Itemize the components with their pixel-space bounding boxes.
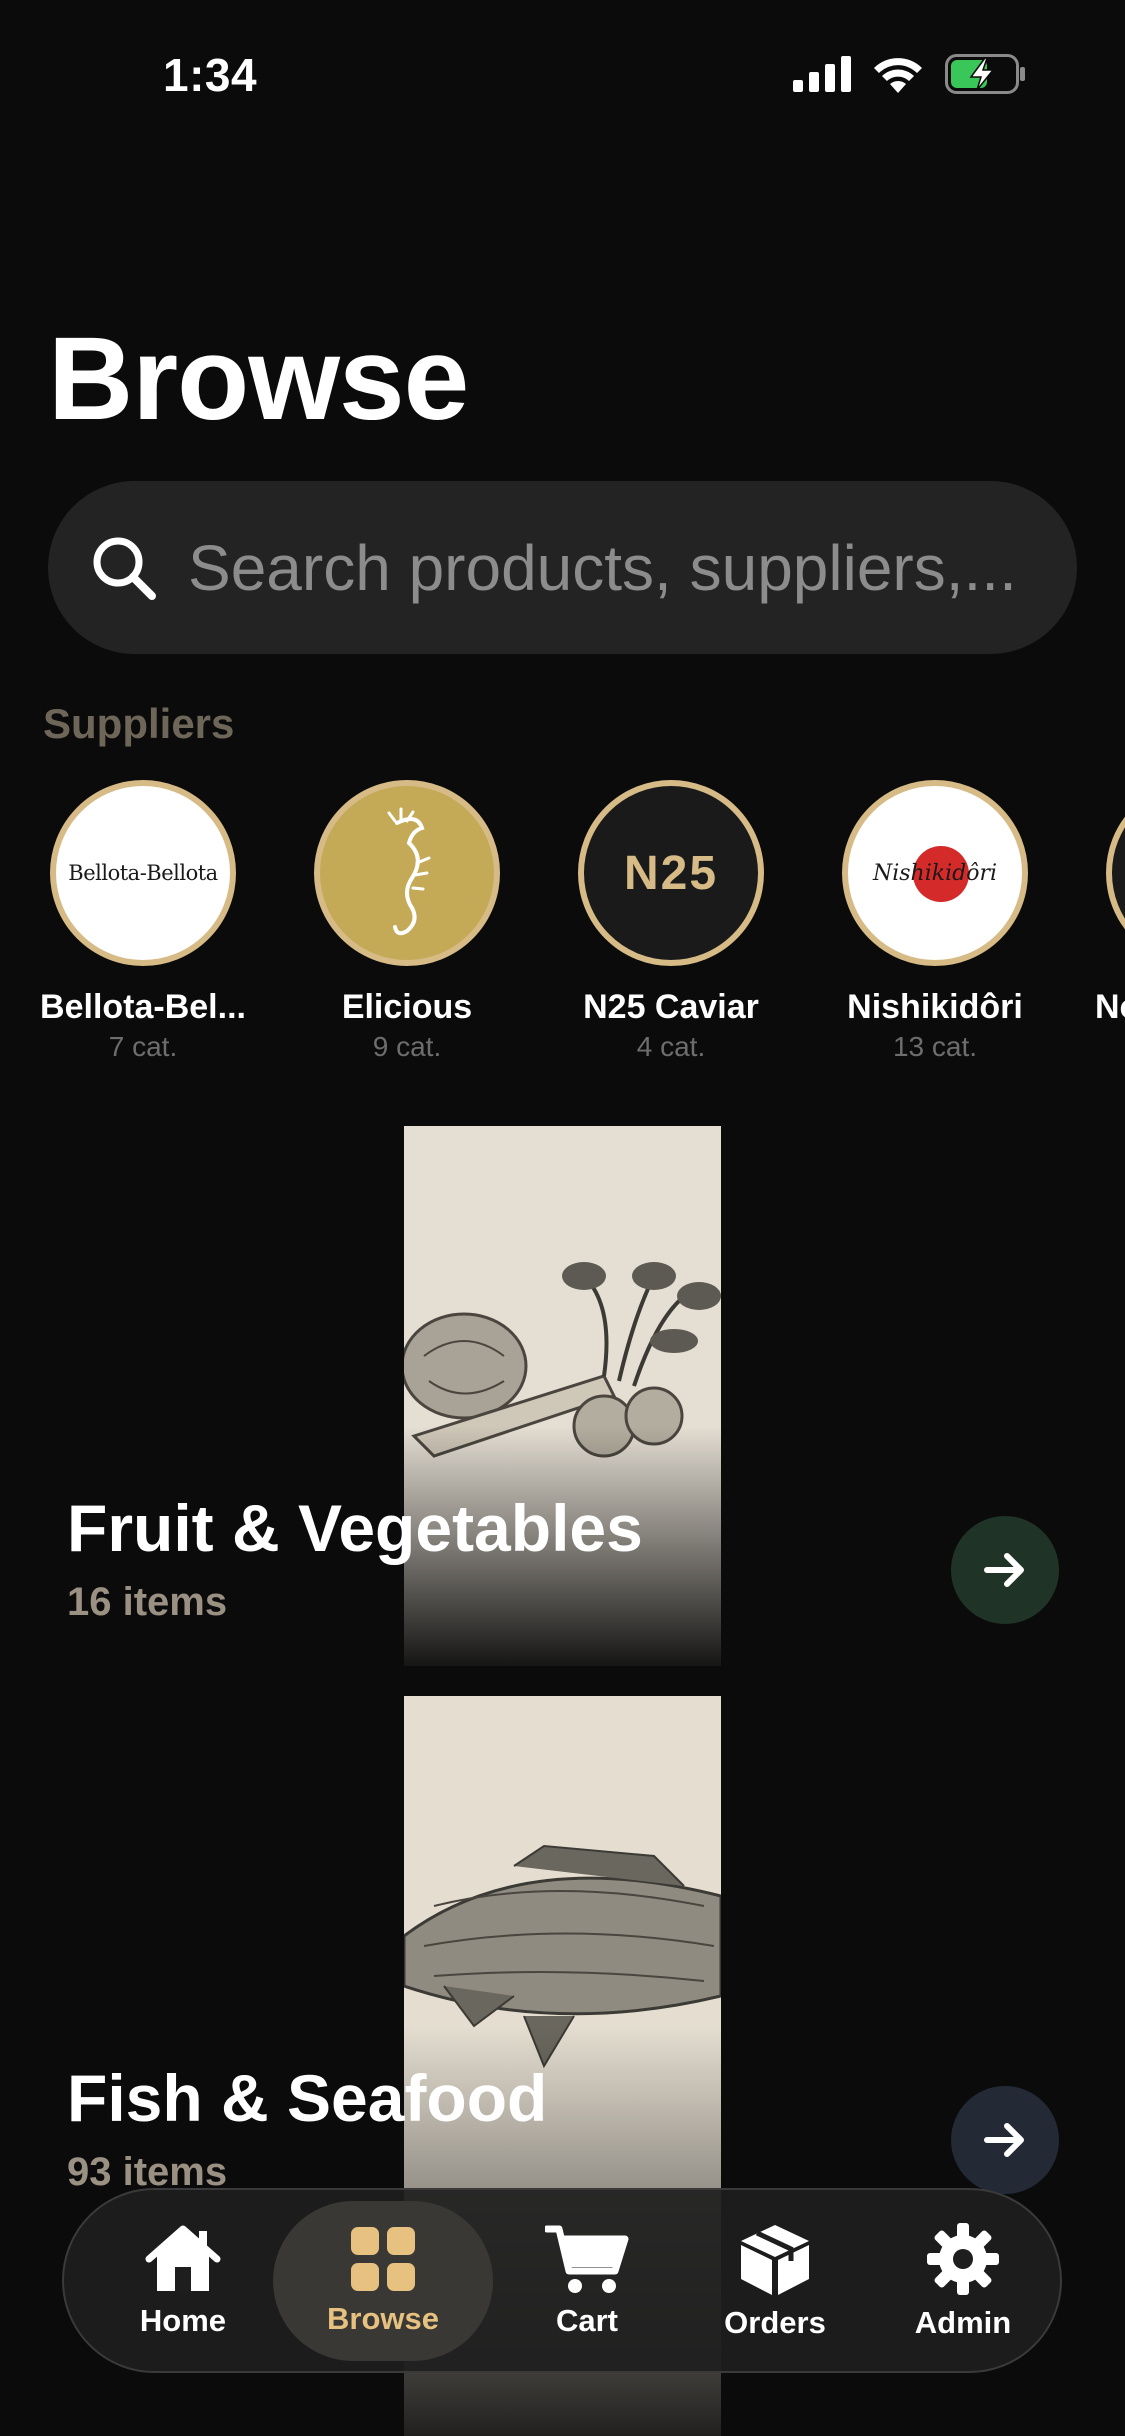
supplier-logo-bellota: Bellota-Bellota bbox=[50, 780, 236, 966]
cellular-signal-icon bbox=[793, 56, 851, 92]
box-icon bbox=[741, 2224, 809, 2295]
search-icon bbox=[93, 537, 156, 600]
suppliers-carousel[interactable]: Bellota-Bellota Bellota-Bel... 7 cat. El… bbox=[0, 780, 1125, 1080]
supplier-logo-nishikidori: Nishikidôri bbox=[842, 780, 1028, 966]
browse-screen: 1:34 Browse Search products, suppliers,.… bbox=[0, 0, 1125, 2436]
home-icon bbox=[145, 2225, 221, 2291]
tab-home[interactable]: Home bbox=[89, 2201, 277, 2361]
supplier-item-bellota[interactable]: Bellota-Bellota Bellota-Bel... 7 cat. bbox=[11, 780, 275, 1063]
open-category-button[interactable] bbox=[951, 2086, 1059, 2194]
gear-icon bbox=[927, 2222, 999, 2295]
tab-label: Cart bbox=[555, 2302, 618, 2338]
arrow-right-icon bbox=[984, 2123, 1024, 2157]
status-bar: 1:34 bbox=[0, 0, 1125, 150]
nishikidori-logo-text: Nishikidôri bbox=[872, 860, 998, 886]
supplier-name: N25 Caviar bbox=[583, 988, 759, 1026]
supplier-item-elicious[interactable]: Elicious 9 cat. bbox=[275, 780, 539, 1063]
n25-logo-text: N25 bbox=[623, 846, 719, 900]
status-time: 1:34 bbox=[163, 49, 258, 101]
supplier-category-count: 13 cat. bbox=[892, 1031, 978, 1062]
tab-browse[interactable]: Browse bbox=[273, 2200, 493, 2361]
supplier-name: Elicious bbox=[341, 988, 473, 1026]
bellota-logo-text: Bellota-Bellota bbox=[68, 861, 218, 885]
category-title: Fish & Seafood bbox=[67, 2061, 548, 2135]
category-image-vegetables bbox=[404, 1126, 721, 1666]
supplier-logo-elicious bbox=[314, 780, 500, 966]
search-placeholder: Search products, suppliers,... bbox=[188, 531, 1017, 604]
supplier-name: Bellota-Bel... bbox=[40, 988, 246, 1026]
grid-icon bbox=[351, 2226, 415, 2291]
supplier-item-partial[interactable]: No bbox=[1067, 780, 1125, 1027]
supplier-category-count: 9 cat. bbox=[372, 1031, 442, 1062]
wifi-icon bbox=[874, 58, 922, 93]
search-input[interactable]: Search products, suppliers,... bbox=[48, 481, 1077, 654]
page-title: Browse bbox=[48, 313, 469, 445]
tab-label: Browse bbox=[327, 2300, 439, 2336]
cart-icon bbox=[545, 2225, 629, 2293]
tab-orders[interactable]: Orders bbox=[681, 2201, 869, 2361]
supplier-item-nishikidori[interactable]: Nishikidôri Nishikidôri 13 cat. bbox=[803, 780, 1067, 1063]
tab-label: Home bbox=[139, 2302, 227, 2338]
category-item-count: 16 items bbox=[67, 1580, 228, 1624]
vegetables-illustration bbox=[404, 1126, 721, 1666]
supplier-category-count: 7 cat. bbox=[108, 1031, 178, 1062]
tab-bar: Home Browse Cart Orders Admin bbox=[62, 2188, 1062, 2373]
category-card-fruit-vegetables[interactable]: Fruit & Vegetables 16 items bbox=[0, 1126, 1125, 1666]
tab-cart[interactable]: Cart bbox=[493, 2201, 681, 2361]
open-category-button[interactable] bbox=[951, 1516, 1059, 1624]
tab-admin[interactable]: Admin bbox=[869, 2201, 1057, 2361]
supplier-logo-partial bbox=[1106, 780, 1125, 966]
arrow-right-icon bbox=[984, 1553, 1024, 1587]
tab-label: Admin bbox=[914, 2304, 1012, 2340]
supplier-name: Nishikidôri bbox=[847, 988, 1023, 1026]
suppliers-section-label: Suppliers bbox=[43, 700, 235, 747]
supplier-item-n25[interactable]: N25 N25 Caviar 4 cat. bbox=[539, 780, 803, 1063]
supplier-category-count: 4 cat. bbox=[636, 1031, 706, 1062]
tab-label: Orders bbox=[724, 2304, 826, 2340]
supplier-name: No bbox=[1095, 988, 1125, 1026]
battery-charging-icon bbox=[945, 54, 1025, 94]
category-title: Fruit & Vegetables bbox=[67, 1491, 643, 1565]
seahorse-logo-icon bbox=[387, 807, 431, 936]
supplier-logo-n25: N25 bbox=[578, 780, 764, 966]
status-icons bbox=[793, 54, 1027, 94]
